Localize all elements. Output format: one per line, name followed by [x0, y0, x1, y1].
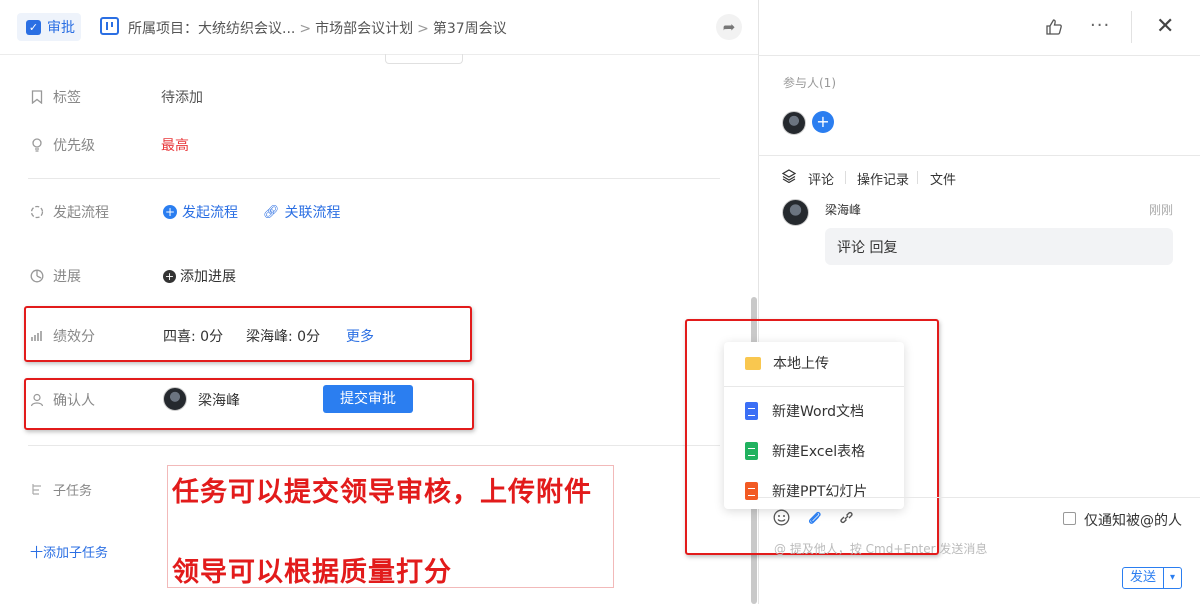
link-flow-label: 关联流程 — [284, 205, 341, 221]
breadcrumb-project[interactable]: 所属项目：大统纺织会议... — [128, 21, 295, 37]
collapse-tab[interactable] — [385, 54, 463, 64]
breadcrumb: 所属项目：大统纺织会议... > 市场部会议计划 > 第37周会议 — [128, 18, 507, 38]
plus-circle-icon: + — [163, 205, 177, 219]
plus-circle-icon: + — [163, 269, 176, 283]
divider — [758, 55, 1200, 56]
add-progress-button[interactable]: + 添加进展 — [163, 266, 236, 286]
add-participant-button[interactable]: + — [812, 111, 834, 133]
avatar[interactable] — [782, 111, 806, 135]
send-label: 发送 — [1129, 570, 1156, 585]
menu-item-new-ppt[interactable]: 新建PPT幻灯片 — [724, 476, 904, 506]
menu-item-label: 新建Excel表格 — [772, 444, 866, 460]
flow-icon — [30, 205, 44, 219]
folder-icon — [745, 356, 761, 370]
link-icon[interactable] — [838, 509, 855, 531]
project-icon — [100, 17, 119, 35]
avatar — [782, 199, 809, 226]
notify-label: 仅通知被@的人 — [1084, 513, 1182, 529]
priority-value[interactable]: 最高 — [161, 135, 189, 155]
menu-item-new-excel[interactable]: 新建Excel表格 — [724, 436, 904, 466]
add-subtask-button[interactable]: 十添加子任务 — [30, 542, 108, 561]
flow-field-label: 发起流程 — [30, 202, 109, 222]
tab-comments[interactable]: 评论 — [808, 169, 834, 188]
chevron-down-icon[interactable]: ▾ — [1163, 568, 1181, 588]
priority-label: 优先级 — [53, 138, 95, 154]
layers-icon — [781, 169, 797, 187]
link-flow-button[interactable]: 🔗︎ 关联流程 — [263, 202, 341, 222]
task-header: ✓ 审批 所属项目：大统纺织会议... > 市场部会议计划 > 第37周会议 ➦ — [0, 0, 758, 55]
progress-field-label: 进展 — [30, 266, 81, 286]
start-flow-button[interactable]: + 发起流程 — [163, 202, 238, 222]
thumbs-up-icon[interactable] — [1045, 18, 1063, 41]
check-square-icon: ✓ — [26, 19, 41, 35]
annotation-box-performance — [24, 306, 472, 362]
bulb-icon — [30, 138, 44, 152]
tab-separator — [845, 171, 846, 184]
breadcrumb-separator: > — [299, 21, 312, 37]
tag-value[interactable]: 待添加 — [161, 87, 203, 107]
excel-icon — [745, 442, 758, 460]
task-type-label: 审批 — [47, 20, 75, 36]
menu-item-label: 本地上传 — [773, 356, 829, 372]
share-icon[interactable]: ➦ — [716, 14, 742, 40]
send-button[interactable]: 发送 ▾ — [1122, 567, 1182, 589]
link-icon: 🔗︎ — [263, 204, 280, 220]
menu-item-label: 新建PPT幻灯片 — [772, 484, 868, 500]
participants-label: 参与人(1) — [783, 76, 836, 90]
annotation-box-confirmer — [24, 378, 474, 430]
divider — [28, 178, 720, 179]
progress-icon — [30, 269, 44, 283]
add-progress-label: 添加进展 — [180, 269, 236, 285]
annotation-line-2: 领导可以根据质量打分 — [172, 557, 452, 588]
divider — [724, 386, 904, 387]
divider — [28, 445, 720, 446]
header-separator — [1131, 11, 1132, 43]
breadcrumb-plan[interactable]: 市场部会议计划 — [315, 21, 413, 37]
subtask-label: 子任务 — [53, 484, 93, 499]
tag-field-label: 标签 — [30, 87, 81, 107]
comment-bubble: 评论 回复 — [825, 228, 1173, 265]
comment-time: 刚刚 — [1149, 203, 1174, 217]
tab-files[interactable]: 文件 — [930, 169, 956, 188]
more-icon[interactable]: ··· — [1090, 15, 1110, 36]
comment-input[interactable]: @ 提及他人，按 Cmd+Enter 发送消息 — [774, 540, 987, 557]
close-icon[interactable]: ✕ — [1156, 14, 1174, 39]
menu-item-new-word[interactable]: 新建Word文档 — [724, 396, 904, 426]
annotation-line-1: 任务可以提交领导审核，上传附件 — [172, 477, 592, 508]
tab-activity-log[interactable]: 操作记录 — [857, 169, 909, 188]
priority-field-label: 优先级 — [30, 135, 95, 155]
flow-label: 发起流程 — [53, 205, 109, 221]
divider — [758, 155, 1200, 156]
upload-menu: 本地上传 新建Word文档 新建Excel表格 新建PPT幻灯片 — [724, 342, 904, 509]
menu-item-local-upload[interactable]: 本地上传 — [724, 348, 904, 378]
bookmark-icon — [30, 90, 44, 105]
menu-item-label: 新建Word文档 — [772, 404, 864, 420]
subtask-field-label: 子任务 — [30, 480, 92, 499]
divider — [758, 497, 1200, 498]
tab-separator — [917, 171, 918, 184]
task-type-button[interactable]: ✓ 审批 — [17, 13, 81, 41]
subtask-icon — [30, 483, 44, 497]
notify-checkbox[interactable] — [1063, 512, 1076, 525]
breadcrumb-meeting[interactable]: 第37周会议 — [433, 21, 507, 37]
task-detail-window: ✓ 审批 所属项目：大统纺织会议... > 市场部会议计划 > 第37周会议 ➦ 标签 … — [0, 0, 1200, 604]
ppt-icon — [745, 482, 758, 500]
breadcrumb-separator: > — [417, 21, 429, 37]
tag-label: 标签 — [53, 90, 81, 106]
word-icon — [745, 402, 758, 420]
paperclip-icon[interactable] — [806, 509, 823, 531]
progress-label: 进展 — [53, 269, 81, 285]
start-flow-label: 发起流程 — [182, 205, 238, 221]
emoji-icon[interactable] — [773, 509, 790, 531]
comment-author: 梁海峰 — [825, 203, 862, 217]
